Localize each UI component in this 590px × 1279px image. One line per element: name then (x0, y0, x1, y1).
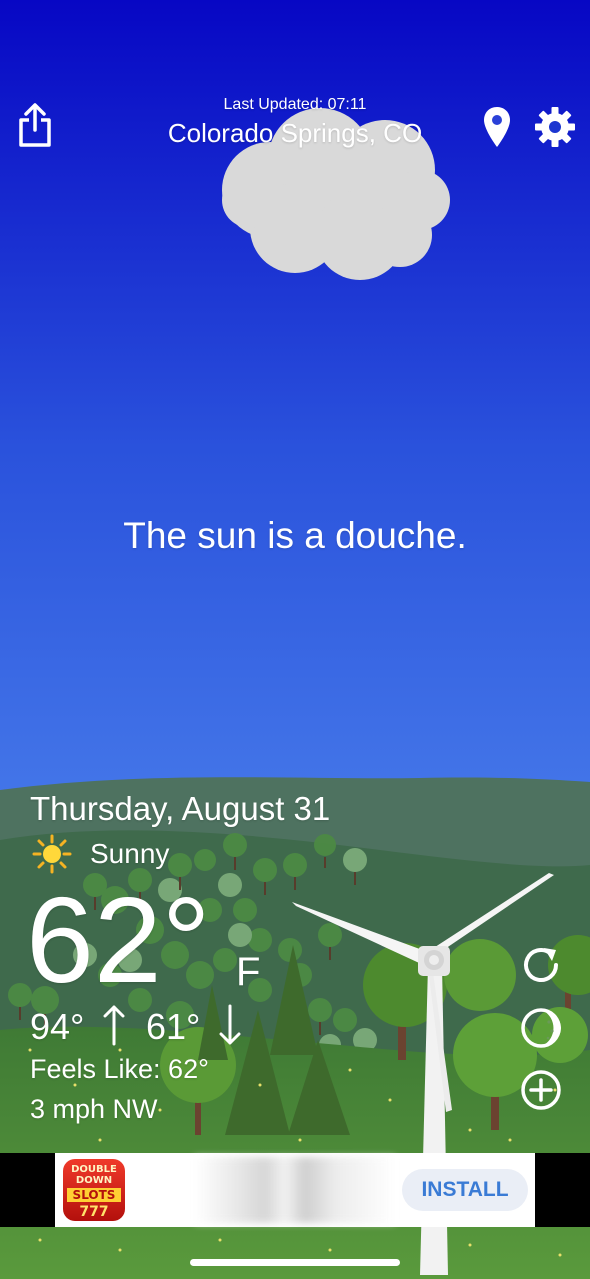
ad-logo-line1: DOUBLE (71, 1164, 117, 1175)
wind-speed: 3 mph NW (30, 1094, 158, 1124)
arrow-down-icon (219, 1004, 241, 1045)
condition-label: Sunny (90, 838, 170, 869)
install-button[interactable]: INSTALL (402, 1169, 528, 1211)
forecast-date: Thursday, August 31 (30, 790, 331, 827)
gear-icon (535, 107, 575, 147)
ad-image (195, 1157, 395, 1223)
add-location-button[interactable] (518, 1067, 564, 1113)
ad-logo-line2: DOWN (75, 1175, 113, 1186)
ad-banner[interactable]: DOUBLE DOWN SLOTS 777 INSTALL (0, 1153, 590, 1227)
feels-like: Feels Like: 62° (30, 1054, 209, 1084)
add-circle-icon (521, 1070, 561, 1110)
location-button[interactable] (478, 104, 516, 150)
current-temperature: 62° (26, 872, 211, 1008)
refresh-button[interactable] (518, 942, 564, 988)
moon-phase-button[interactable] (518, 1005, 564, 1051)
low-temperature: 61° (146, 1006, 201, 1047)
weather-quip: The sun is a douche. (123, 515, 467, 556)
ad-content[interactable]: DOUBLE DOWN SLOTS 777 INSTALL (55, 1153, 535, 1227)
refresh-icon (524, 948, 558, 982)
ad-app-logo[interactable]: DOUBLE DOWN SLOTS 777 (63, 1159, 125, 1221)
temperature-unit: F (236, 950, 261, 994)
moon-phase-icon (521, 1008, 561, 1048)
sun-icon (32, 834, 72, 874)
home-indicator[interactable] (190, 1259, 400, 1266)
arrow-up-icon (103, 1005, 125, 1046)
settings-button[interactable] (532, 104, 578, 150)
weather-scene (0, 0, 590, 1279)
high-temperature: 94° (30, 1006, 85, 1047)
map-pin-icon (484, 107, 510, 147)
ad-logo-line4: 777 (79, 1204, 109, 1220)
ad-logo-line3: SLOTS (67, 1188, 121, 1202)
